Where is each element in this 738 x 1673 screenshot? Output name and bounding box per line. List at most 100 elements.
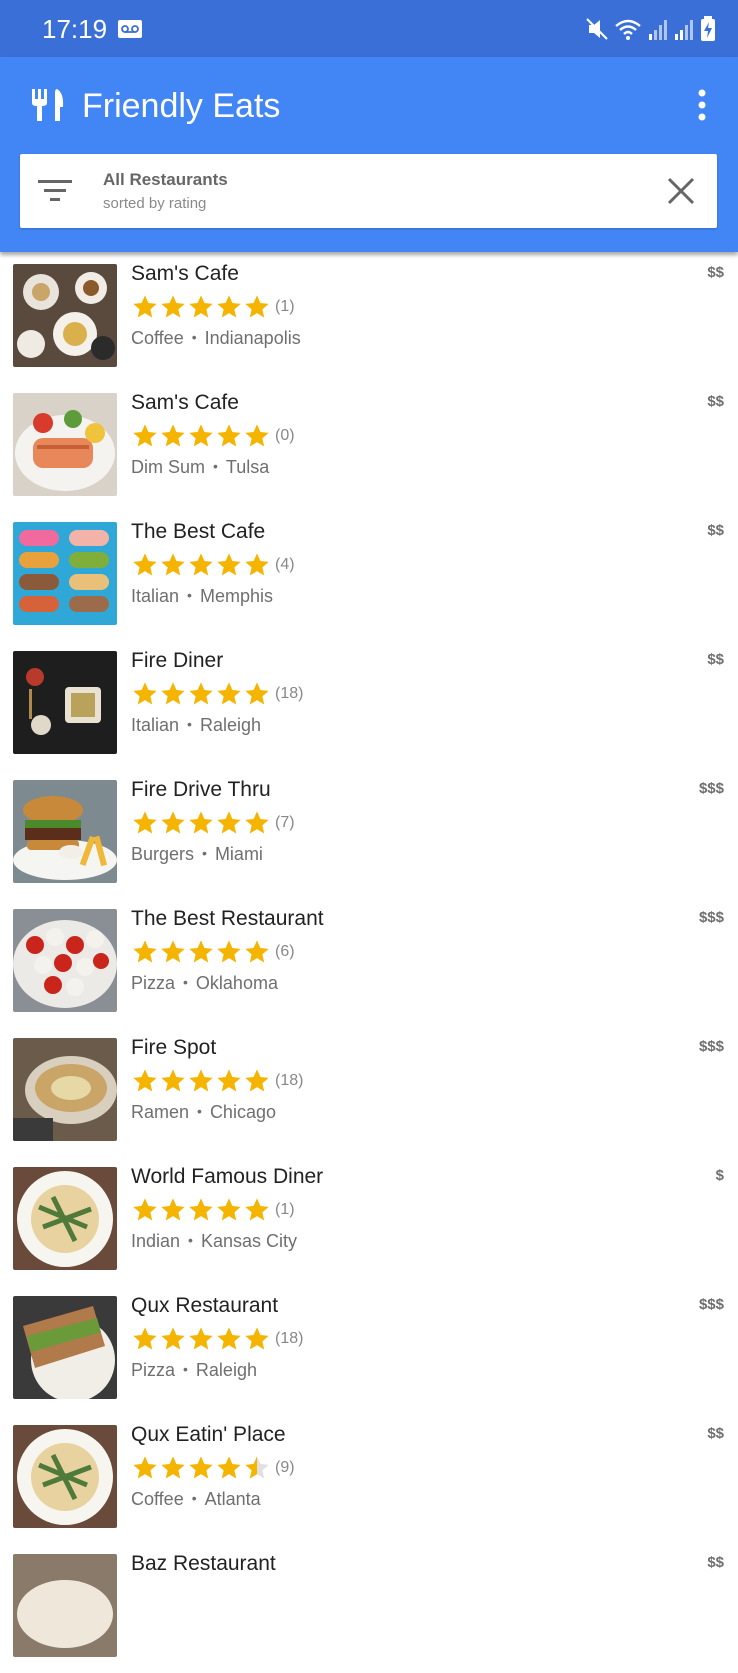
star-icon [133, 1069, 157, 1092]
restaurant-list-item[interactable]: Fire Drive Thru $$$ (7) Burgers • Miami [0, 768, 738, 899]
star-icon [245, 295, 269, 318]
rating-stars: (4) [131, 551, 295, 579]
separator-dot: • [202, 845, 207, 861]
restaurant-photo [13, 651, 117, 754]
restaurant-category: Coffee [131, 328, 184, 348]
restaurant-city: Miami [214, 844, 263, 864]
star-icon [245, 811, 269, 834]
battery-charging-icon [701, 16, 715, 41]
restaurant-price: $$$ [698, 780, 724, 797]
star-half-icon [245, 1456, 269, 1479]
star-icon [217, 424, 241, 447]
rating-stars: (9) [131, 1454, 295, 1482]
star-icon [217, 1456, 241, 1479]
star-icon [161, 1198, 185, 1221]
restaurant-category: Italian [131, 715, 180, 735]
restaurant-meta: Ramen • Chicago [131, 1102, 276, 1123]
star-icon [133, 940, 157, 963]
restaurant-photo [13, 1167, 117, 1270]
restaurant-name: Qux Eatin' Place [131, 1423, 286, 1446]
restaurant-city: Indianapolis [204, 328, 301, 348]
more-vert-icon[interactable] [690, 87, 714, 123]
restaurant-list-item[interactable]: Sam's Cafe $$ (1) Coffee • Indianapolis [0, 252, 738, 383]
restaurant-price: $$ [707, 393, 724, 410]
close-icon[interactable] [665, 175, 697, 207]
restaurant-price: $$$ [698, 909, 724, 926]
rating-stars: (6) [131, 938, 295, 966]
star-icon [161, 1327, 185, 1350]
rating-count: (18) [275, 1072, 304, 1089]
separator-dot: • [183, 1361, 188, 1377]
rating-count: (1) [275, 1201, 295, 1218]
star-icon [133, 682, 157, 705]
app-bar: Friendly Eats All Restaurants sorted by … [0, 57, 738, 252]
restaurant-meta: Indian • Kansas City [131, 1231, 297, 1252]
app-title: Friendly Eats [82, 87, 281, 125]
rating-stars: (1) [131, 293, 295, 321]
star-icon [133, 424, 157, 447]
filter-subtitle: sorted by rating [103, 195, 207, 212]
star-icon [189, 1327, 213, 1350]
restaurant-category: Indian [131, 1231, 181, 1251]
star-icon [217, 1327, 241, 1350]
separator-dot: • [188, 1232, 193, 1248]
restaurant-city: Atlanta [204, 1489, 261, 1509]
filter-title: All Restaurants [103, 170, 228, 189]
restaurant-photo [13, 264, 117, 367]
star-icon [217, 811, 241, 834]
star-icon [245, 553, 269, 576]
star-icon [217, 1198, 241, 1221]
restaurant-list-item[interactable]: The Best Cafe $$ (4) Italian • Memphis [0, 510, 738, 641]
star-icon [133, 553, 157, 576]
restaurant-list-item[interactable]: World Famous Diner $ (1) Indian • Kansas City [0, 1155, 738, 1286]
star-icon [245, 1198, 269, 1221]
restaurant-meta: Italian • Memphis [131, 586, 273, 607]
restaurant-price: $$$ [698, 1038, 724, 1055]
restaurant-list-item[interactable]: Baz Restaurant $$ [0, 1542, 738, 1673]
restaurant-name: Baz Restaurant [131, 1552, 276, 1575]
restaurant-photo [13, 1554, 117, 1657]
star-icon [245, 682, 269, 705]
rating-count: (0) [275, 427, 295, 444]
star-icon [217, 295, 241, 318]
filter-bar[interactable]: All Restaurants sorted by rating [20, 154, 717, 228]
restaurant-list-item[interactable]: Fire Diner $$ (18) Italian • Raleigh [0, 639, 738, 770]
restaurant-name: Sam's Cafe [131, 262, 239, 285]
restaurant-city: Kansas City [200, 1231, 297, 1251]
star-icon [133, 811, 157, 834]
star-icon [161, 295, 185, 318]
restaurant-city: Raleigh [199, 715, 261, 735]
restaurant-photo [13, 1425, 117, 1528]
rating-count: (7) [275, 814, 295, 831]
restaurant-photo [13, 1038, 117, 1141]
star-icon [133, 1456, 157, 1479]
restaurant-list-item[interactable]: Fire Spot $$$ (18) Ramen • Chicago [0, 1026, 738, 1157]
signal-icon [675, 20, 693, 40]
restaurant-name: World Famous Diner [131, 1165, 324, 1188]
restaurant-list-item[interactable]: Qux Restaurant $$$ (18) Pizza • Raleigh [0, 1284, 738, 1415]
rating-stars: (18) [131, 680, 303, 708]
restaurant-category: Pizza [131, 973, 176, 993]
restaurant-meta: Burgers • Miami [131, 844, 263, 865]
star-icon [161, 1456, 185, 1479]
restaurant-list-item[interactable]: Qux Eatin' Place $$ (9) Coffee • Atlanta [0, 1413, 738, 1544]
restaurant-list-item[interactable]: Sam's Cafe $$ (0) Dim Sum • Tulsa [0, 381, 738, 512]
rating-stars: (1) [131, 1196, 295, 1224]
rating-count: (18) [275, 1330, 304, 1347]
restaurant-city: Oklahoma [195, 973, 278, 993]
separator-dot: • [197, 1103, 202, 1119]
star-icon [133, 1198, 157, 1221]
restaurant-city: Chicago [209, 1102, 276, 1122]
voicemail-icon [118, 20, 142, 38]
fork-knife-icon [32, 89, 64, 121]
star-icon [189, 1198, 213, 1221]
restaurant-list-item[interactable]: The Best Restaurant $$$ (6) Pizza • Oklahoma [0, 897, 738, 1028]
restaurant-category: Dim Sum [131, 457, 206, 477]
restaurant-price: $$ [707, 264, 724, 281]
restaurant-category: Ramen [131, 1102, 190, 1122]
restaurant-meta: Dim Sum • Tulsa [131, 457, 269, 478]
star-icon [189, 811, 213, 834]
restaurant-city: Raleigh [195, 1360, 257, 1380]
restaurant-photo [13, 522, 117, 625]
star-icon [189, 1069, 213, 1092]
